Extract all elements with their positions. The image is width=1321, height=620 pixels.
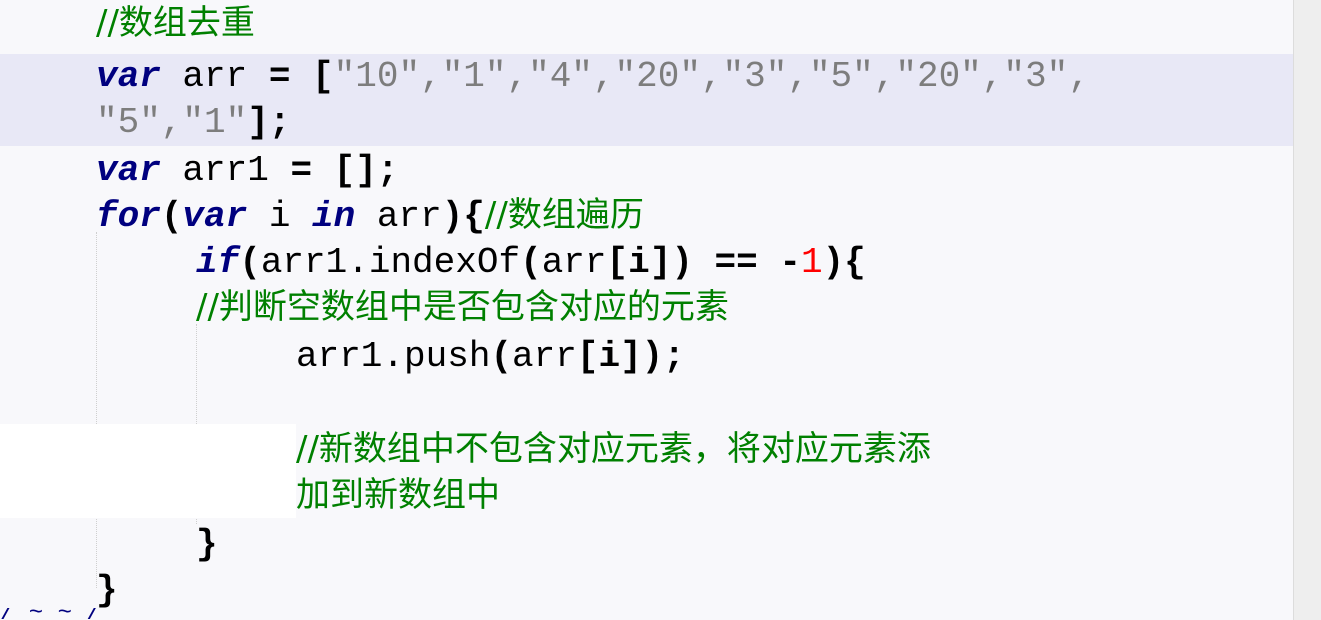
paren-open: ( (520, 242, 542, 283)
comment-iterate: //数组遍历 (484, 195, 644, 235)
index-i: [i] (576, 336, 642, 377)
identifier-i: i (247, 196, 313, 237)
identifier-arr: arr (355, 196, 442, 237)
code-line-comment-add-2: 加到新数组中 (296, 475, 500, 515)
empty-array: []; (312, 150, 399, 191)
code-line-comment-dedupe: //数组去重 (96, 3, 255, 43)
identifier-arr: arr (541, 242, 607, 283)
identifier-arr1: arr1 (160, 150, 291, 191)
identifier-arr: arr (512, 336, 577, 377)
vertical-scrollbar[interactable] (1293, 0, 1321, 620)
operator-minus: - (779, 242, 801, 283)
call-push: arr1.push (296, 336, 491, 377)
code-line-if-condition: if(arr1.indexOf(arr[i]) == -1){ (196, 240, 866, 286)
keyword-var: var (182, 196, 248, 237)
identifier-arr: arr (160, 56, 269, 97)
paren-open: ( (160, 196, 183, 237)
partial-next-line: / ~ ~ / (0, 608, 101, 620)
operator-equals: == (692, 242, 780, 283)
keyword-if: if (196, 242, 240, 283)
keyword-var: var (96, 56, 161, 97)
index-i: [i] (606, 242, 672, 283)
number-one: 1 (800, 242, 823, 283)
call-indexof: arr1.indexOf (260, 242, 521, 283)
redaction-block (0, 424, 296, 518)
code-editor[interactable]: //数组去重 var arr = ["10","1","4","20","3",… (0, 0, 1293, 620)
paren-open: ( (490, 336, 513, 377)
code-line-arr1-declaration: var arr1 = []; (96, 148, 398, 194)
paren-open: ( (239, 242, 261, 283)
code-line-for-loop: for(var i in arr){//数组遍历 (96, 192, 644, 240)
operator-assign: = (290, 150, 313, 191)
code-line-comment-check: //判断空数组中是否包含对应的元素 (196, 287, 729, 327)
code-line-push: arr1.push(arr[i]); (296, 334, 685, 380)
string-list-continued: "5","1" (96, 102, 248, 143)
keyword-in: in (312, 196, 356, 237)
brace-open: ){ (441, 196, 485, 237)
string-list: "10","1","4","20","3","5","20","3", (333, 56, 1090, 97)
paren-close: ); (641, 336, 685, 377)
brace-open: ){ (822, 242, 866, 283)
keyword-var: var (96, 150, 161, 191)
keyword-for: for (96, 196, 161, 237)
indent-guide-for (96, 232, 97, 588)
operator-assign: = (268, 56, 291, 97)
code-line-close-if: } (196, 524, 218, 565)
bracket-close: ]; (247, 102, 291, 143)
paren-close: ) (671, 242, 693, 283)
code-line-comment-add-1: //新数组中不包含对应元素，将对应元素添 (296, 429, 931, 469)
bracket-open: [ (312, 56, 334, 97)
code-line-arr-continuation: "5","1"]; (96, 100, 290, 146)
code-line-arr-declaration: var arr = ["10","1","4","20","3","5","20… (96, 54, 1090, 100)
